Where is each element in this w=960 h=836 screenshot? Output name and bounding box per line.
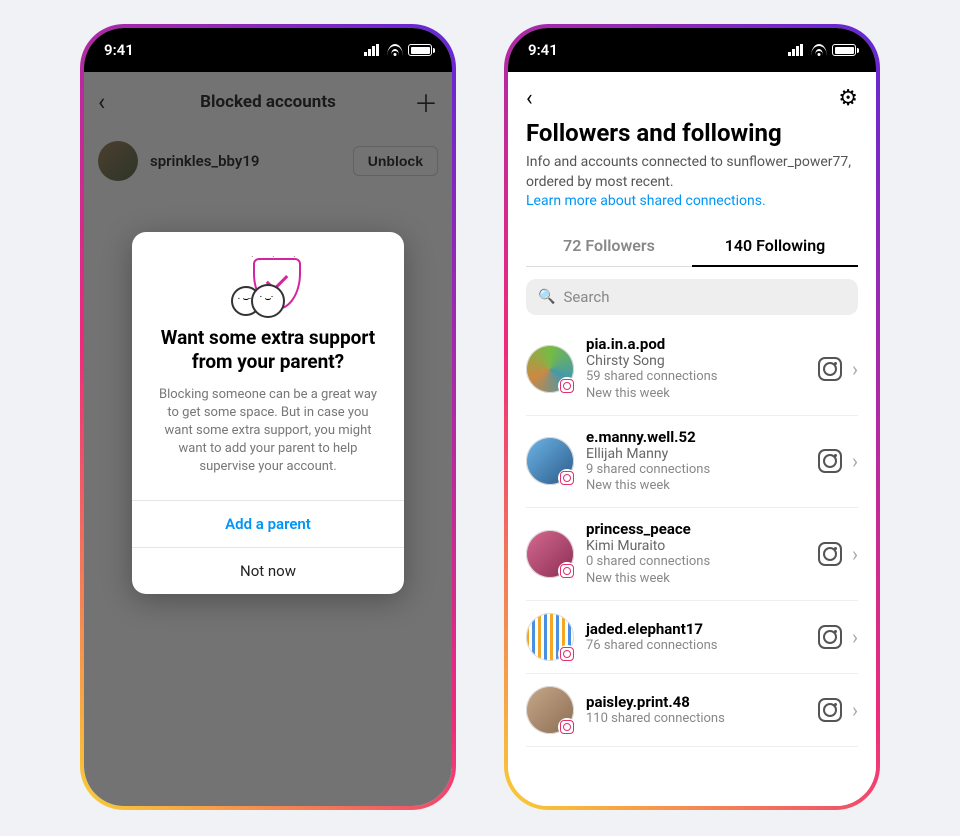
status-time: 9:41 (104, 41, 134, 59)
item-username: pia.in.a.pod (586, 335, 806, 353)
item-actions: › (818, 357, 858, 381)
avatar[interactable] (526, 345, 574, 393)
avatar[interactable] (526, 686, 574, 734)
list-item[interactable]: paisley.print.48 110 shared connections … (526, 674, 858, 747)
list-item[interactable]: jaded.elephant17 76 shared connections › (526, 601, 858, 674)
item-actions: › (818, 449, 858, 473)
parent-support-modal: · · · Want some extra support from your … (132, 232, 404, 594)
avatar[interactable] (526, 613, 574, 661)
list-item[interactable]: pia.in.a.pod Chirsty Song 59 shared conn… (526, 323, 858, 416)
status-icons (788, 44, 856, 56)
search-placeholder: Search (563, 288, 609, 306)
item-shared: 59 shared connections (586, 369, 806, 386)
item-username: jaded.elephant17 (586, 620, 806, 638)
learn-more-link[interactable]: Learn more about shared connections. (526, 193, 766, 209)
item-new: New this week (586, 386, 806, 403)
status-bar: 9:41 (508, 28, 876, 72)
phone-screen-left: 9:41 ‹ Blocked accounts ＋ sprinkles_bby1… (84, 28, 452, 806)
chevron-right-icon[interactable]: › (852, 698, 858, 722)
face-icon (251, 284, 285, 318)
page-title: Followers and following (508, 115, 876, 153)
signal-icon (364, 44, 382, 56)
item-shared: 9 shared connections (586, 462, 806, 479)
item-actions: › (818, 542, 858, 566)
item-actions: › (818, 698, 858, 722)
instagram-icon[interactable] (818, 357, 842, 381)
instagram-badge-icon (558, 562, 576, 580)
item-shared: 76 shared connections (586, 638, 806, 655)
instagram-badge-icon (558, 469, 576, 487)
phone-left: 9:41 ‹ Blocked accounts ＋ sprinkles_bby1… (80, 24, 456, 810)
avatar[interactable] (526, 437, 574, 485)
item-username: princess_peace (586, 520, 806, 538)
phone-screen-right: 9:41 ‹ ⚙ Followers and following Info an… (508, 28, 876, 806)
search-icon: 🔍 (538, 289, 555, 305)
item-text: paisley.print.48 110 shared connections (586, 693, 806, 728)
chevron-right-icon[interactable]: › (852, 357, 858, 381)
status-time: 9:41 (528, 41, 558, 59)
signal-icon (788, 44, 806, 56)
item-name: Ellijah Manny (586, 446, 806, 462)
instagram-icon[interactable] (818, 542, 842, 566)
subtitle-pre: Info and accounts connected to (526, 154, 726, 170)
phone-right: 9:41 ‹ ⚙ Followers and following Info an… (504, 24, 880, 810)
instagram-icon[interactable] (818, 625, 842, 649)
item-name: Kimi Muraito (586, 538, 806, 554)
item-username: e.manny.well.52 (586, 428, 806, 446)
instagram-icon[interactable] (818, 449, 842, 473)
status-icons (364, 44, 432, 56)
instagram-icon[interactable] (818, 698, 842, 722)
subtitle-user: sunflower_power77 (726, 154, 848, 170)
tab-following[interactable]: 140 Following (692, 226, 858, 267)
list-item[interactable]: princess_peace Kimi Muraito 0 shared con… (526, 508, 858, 601)
page-subtitle: Info and accounts connected to sunflower… (508, 153, 876, 212)
tabs: 72 Followers 140 Following (508, 226, 876, 267)
instagram-badge-icon (558, 718, 576, 736)
item-name: Chirsty Song (586, 353, 806, 369)
search-input[interactable]: 🔍 Search (526, 279, 858, 315)
list-item[interactable]: e.manny.well.52 Ellijah Manny 9 shared c… (526, 416, 858, 509)
chevron-right-icon[interactable]: › (852, 542, 858, 566)
item-new: New this week (586, 571, 806, 588)
modal-illustration: · · · (223, 256, 313, 316)
wifi-icon (811, 44, 827, 56)
instagram-badge-icon (558, 645, 576, 663)
followers-following-screen: ‹ ⚙ Followers and following Info and acc… (508, 72, 876, 806)
chevron-right-icon[interactable]: › (852, 625, 858, 649)
item-shared: 110 shared connections (586, 711, 806, 728)
instagram-badge-icon (558, 377, 576, 395)
item-text: e.manny.well.52 Ellijah Manny 9 shared c… (586, 428, 806, 496)
avatar[interactable] (526, 530, 574, 578)
settings-icon[interactable]: ⚙ (838, 86, 858, 111)
item-text: pia.in.a.pod Chirsty Song 59 shared conn… (586, 335, 806, 403)
not-now-button[interactable]: Not now (132, 547, 404, 594)
item-actions: › (818, 625, 858, 649)
modal-body: Blocking someone can be a great way to g… (150, 386, 386, 489)
item-text: princess_peace Kimi Muraito 0 shared con… (586, 520, 806, 588)
add-parent-button[interactable]: Add a parent (132, 500, 404, 547)
header: ‹ ⚙ (508, 72, 876, 115)
blocked-accounts-screen: ‹ Blocked accounts ＋ sprinkles_bby19 Unb… (84, 72, 452, 806)
status-bar: 9:41 (84, 28, 452, 72)
connections-list: pia.in.a.pod Chirsty Song 59 shared conn… (508, 323, 876, 806)
modal-heading: Want some extra support from your parent… (150, 326, 386, 374)
item-shared: 0 shared connections (586, 554, 806, 571)
modal-content: · · · Want some extra support from your … (132, 232, 404, 500)
item-username: paisley.print.48 (586, 693, 806, 711)
chevron-right-icon[interactable]: › (852, 449, 858, 473)
battery-icon (832, 44, 856, 56)
back-icon[interactable]: ‹ (526, 86, 533, 111)
item-text: jaded.elephant17 76 shared connections (586, 620, 806, 655)
wifi-icon (387, 44, 403, 56)
battery-icon (408, 44, 432, 56)
tab-followers[interactable]: 72 Followers (526, 226, 692, 267)
item-new: New this week (586, 478, 806, 495)
